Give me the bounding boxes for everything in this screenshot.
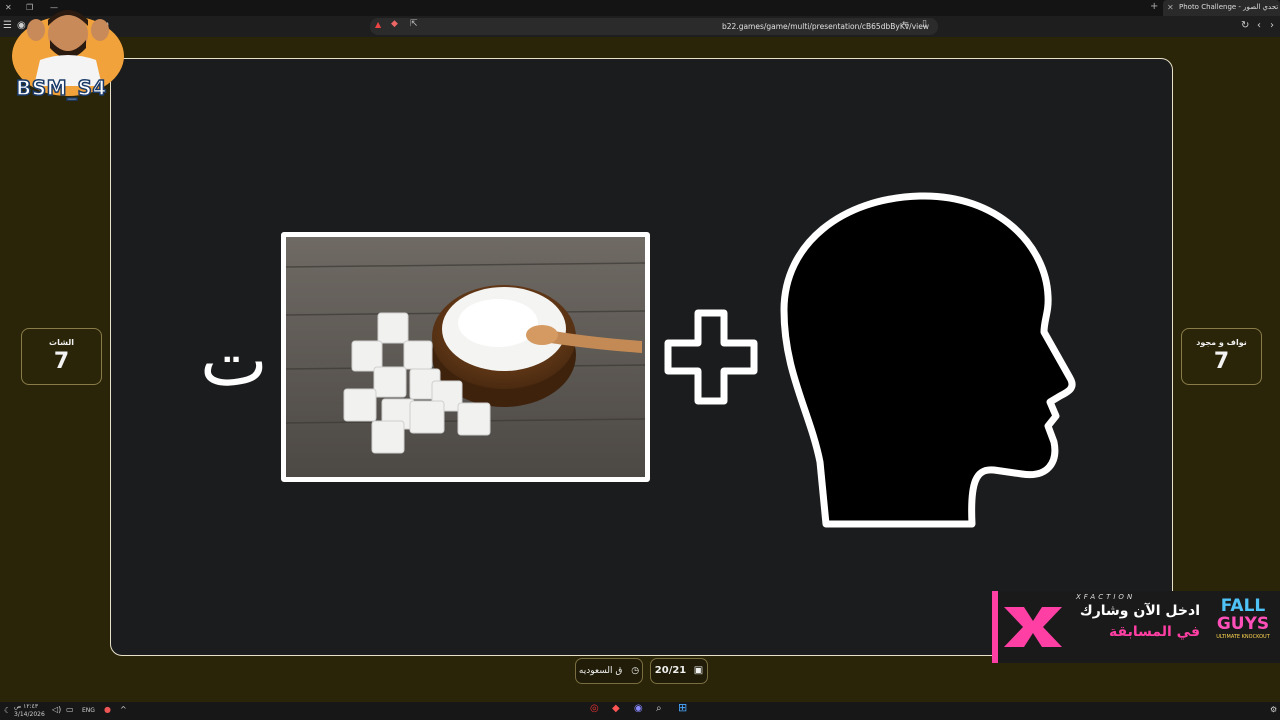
search-icon[interactable]: ⌕ xyxy=(656,704,662,714)
puzzle-image-sugar xyxy=(281,232,650,482)
notification-icon[interactable]: ☾ xyxy=(4,707,11,715)
team-score-left: 7 xyxy=(53,349,70,374)
clock-icon: ◷ xyxy=(631,666,640,676)
taskbar-time: ١٢:٤٣ ص xyxy=(14,703,39,710)
rewards-icon[interactable]: ◆ xyxy=(391,19,398,29)
tray-expand-icon[interactable]: ^ xyxy=(120,706,127,714)
app-icon-1[interactable]: ◎ xyxy=(590,704,599,714)
url-text: b22.games/game/multi/presentation/cB65db… xyxy=(722,22,929,31)
forward-icon[interactable]: › xyxy=(1270,19,1274,33)
streamer-logo: BSM_S4 xyxy=(6,4,134,104)
reload-icon[interactable]: ↻ xyxy=(1241,19,1249,33)
tab-close-icon[interactable]: ✕ xyxy=(1167,0,1174,15)
team-name-left: الشات xyxy=(49,338,74,347)
discord-icon[interactable]: ◉ xyxy=(634,704,643,714)
new-tab-icon[interactable]: + xyxy=(1150,0,1158,14)
settings-icon[interactable]: ⚙ xyxy=(1270,706,1277,714)
category-label: ق السعوديه xyxy=(578,666,623,676)
streamer-name: BSM_S4 xyxy=(15,75,107,101)
team-name-right: نواف و مجود xyxy=(1196,338,1247,347)
head-silhouette-image xyxy=(780,192,1076,528)
microphone-icon[interactable]: ● xyxy=(104,706,111,714)
taskbar: ☾ ١٢:٤٣ ص 3/14/2026 ◁) ▭ ENG ● ^ ◎ ◆ ◉ ⌕… xyxy=(0,702,1280,720)
xfaction-logo-icon xyxy=(1004,607,1062,647)
brave-shield-icon[interactable]: ▲ xyxy=(375,20,381,29)
browser-tab[interactable]: ✕ Photo Challenge - تحدي الصور xyxy=(1163,0,1280,16)
team-score-right: 7 xyxy=(1213,349,1230,374)
image-icon: ▣ xyxy=(693,665,704,676)
brave-browser-icon[interactable]: ◆ xyxy=(612,704,620,714)
category-pill[interactable]: ق السعوديه ◷ xyxy=(575,658,643,684)
progress-pill: 20/21 ▣ xyxy=(650,658,708,684)
banner-accent xyxy=(992,591,998,663)
banner-line1: ادخل الآن وشارك xyxy=(1079,603,1200,619)
taskbar-date: 3/14/2026 xyxy=(14,711,45,718)
volume-icon[interactable]: ◁) xyxy=(52,706,61,714)
share-icon[interactable]: ⇱ xyxy=(410,19,418,29)
team-card-right: نواف و مجود 7 xyxy=(1181,328,1262,385)
network-icon[interactable]: ▭ xyxy=(66,706,74,714)
progress-label: 20/21 xyxy=(654,665,687,676)
game-title-bottom: GUYS xyxy=(1216,614,1270,634)
game-title-top: FALL xyxy=(1220,596,1266,616)
windows-start-icon[interactable]: ⊞ xyxy=(678,702,687,713)
team-card-left: الشات 7 xyxy=(21,328,102,385)
back-icon[interactable]: ‹ xyxy=(1257,19,1261,33)
puzzle-letter: ت xyxy=(200,318,268,402)
sponsor-banner[interactable]: XFACTION ادخل الآن وشارك في المسابقة FAL… xyxy=(992,591,1280,663)
banner-line2: في المسابقة xyxy=(1109,624,1200,640)
tab-title: Photo Challenge - تحدي الصور xyxy=(1179,3,1279,11)
game-subtitle: ULTIMATE KNOCKOUT xyxy=(1216,634,1270,640)
window-titlebar: ✕ ❐ — + ✕ Photo Challenge - تحدي الصور xyxy=(0,0,1280,16)
fall-guys-logo: FALL GUYS ULTIMATE KNOCKOUT xyxy=(1210,597,1276,641)
banner-brand: XFACTION xyxy=(1076,593,1136,601)
sugar-illustration xyxy=(286,237,645,477)
language-indicator[interactable]: ENG xyxy=(82,707,95,715)
plus-icon xyxy=(664,309,758,405)
